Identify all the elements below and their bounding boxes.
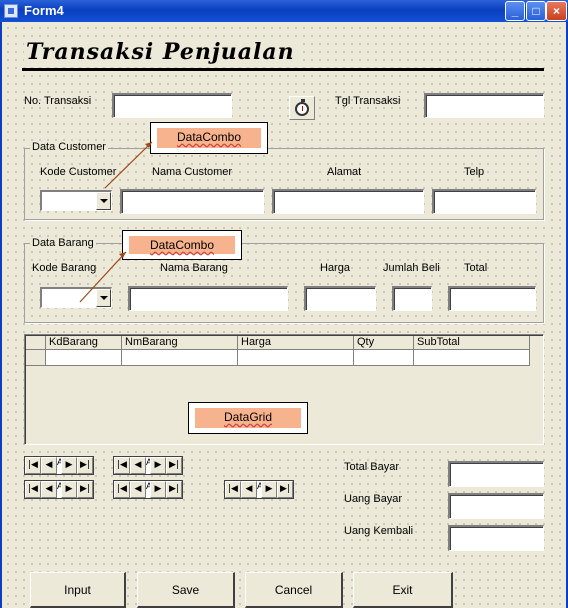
prev-record-icon[interactable]: ◀ xyxy=(41,481,57,498)
uang-kembali-label: Uang Kembali xyxy=(344,525,414,537)
cancel-button[interactable]: Cancel xyxy=(245,572,343,608)
last-record-icon[interactable]: ▶| xyxy=(77,481,93,498)
next-record-icon[interactable]: ▶ xyxy=(261,481,277,498)
arrow-line xyxy=(104,141,153,189)
prev-record-icon[interactable]: ◀ xyxy=(241,481,257,498)
first-record-icon[interactable]: |◀ xyxy=(114,457,130,474)
uang-kembali-input[interactable] xyxy=(448,525,544,551)
data-control-nav[interactable]: |◀ ◀ A ▶ ▶| xyxy=(224,480,294,499)
total-bayar-input[interactable] xyxy=(448,461,544,487)
data-control-nav[interactable]: |◀ ◀ A ▶ ▶| xyxy=(113,456,183,475)
last-record-icon[interactable]: ▶| xyxy=(277,481,293,498)
callout-arrows xyxy=(79,141,153,303)
save-button[interactable]: Save xyxy=(137,572,235,608)
first-record-icon[interactable]: |◀ xyxy=(225,481,241,498)
data-control-nav[interactable]: |◀ ◀ A ▶ ▶| xyxy=(113,480,183,499)
arrow-head xyxy=(119,252,126,258)
data-control-nav[interactable]: |◀ ◀ A ▶ ▶| xyxy=(24,480,94,499)
form-surface: Transaksi Penjualan No. Transaksi Tgl Tr… xyxy=(0,22,568,608)
next-record-icon[interactable]: ▶ xyxy=(61,481,77,498)
next-record-icon[interactable]: ▶ xyxy=(61,457,77,474)
first-record-icon[interactable]: |◀ xyxy=(114,481,130,498)
first-record-icon[interactable]: |◀ xyxy=(25,481,41,498)
first-record-icon[interactable]: |◀ xyxy=(25,457,41,474)
prev-record-icon[interactable]: ◀ xyxy=(130,481,146,498)
total-bayar-label: Total Bayar xyxy=(344,461,400,473)
app-icon xyxy=(4,4,18,18)
title-bar: Form4 _ □ × xyxy=(0,0,568,22)
prev-record-icon[interactable]: ◀ xyxy=(41,457,57,474)
window-title: Form4 xyxy=(24,3,64,18)
uang-bayar-input[interactable] xyxy=(448,493,544,519)
last-record-icon[interactable]: ▶| xyxy=(77,457,93,474)
minimize-button[interactable]: _ xyxy=(505,1,525,21)
prev-record-icon[interactable]: ◀ xyxy=(130,457,146,474)
next-record-icon[interactable]: ▶ xyxy=(150,481,166,498)
close-button[interactable]: × xyxy=(546,1,567,21)
data-control-nav[interactable]: |◀ ◀ A ▶ ▶| xyxy=(24,456,94,475)
exit-button[interactable]: Exit xyxy=(353,572,453,608)
last-record-icon[interactable]: ▶| xyxy=(166,481,182,498)
uang-bayar-label: Uang Bayar xyxy=(344,493,403,505)
maximize-button[interactable]: □ xyxy=(526,1,546,21)
next-record-icon[interactable]: ▶ xyxy=(150,457,166,474)
input-button[interactable]: Input xyxy=(30,572,126,608)
last-record-icon[interactable]: ▶| xyxy=(166,457,182,474)
arrow-line xyxy=(79,251,127,303)
